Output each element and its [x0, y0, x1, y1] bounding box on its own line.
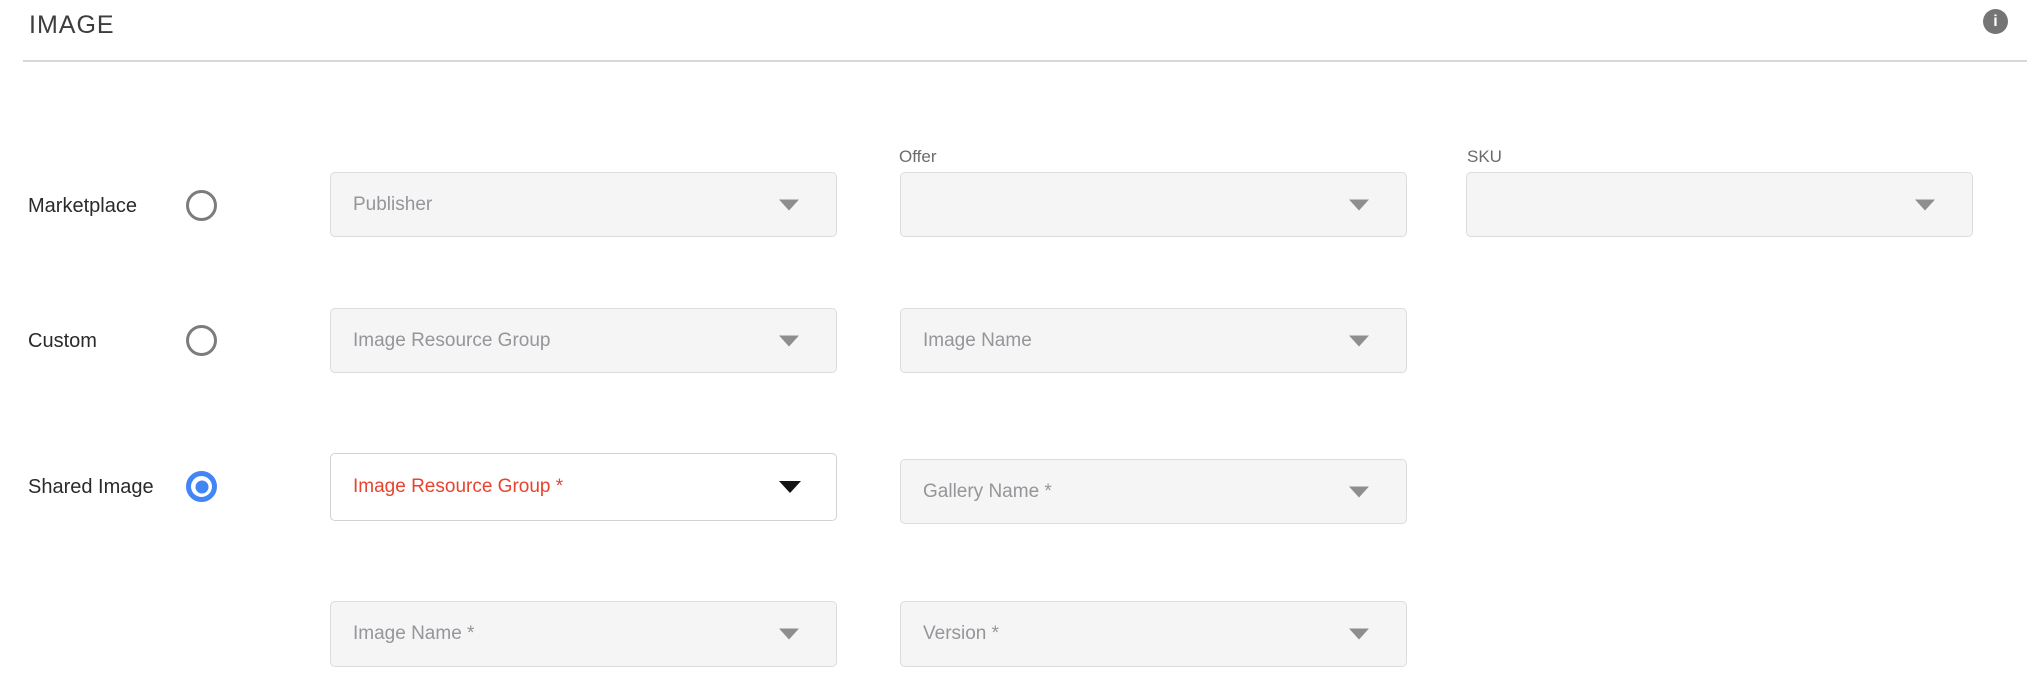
radio-marketplace[interactable] — [186, 190, 217, 221]
sku-select[interactable] — [1466, 172, 1973, 237]
version-select[interactable]: Version * — [900, 601, 1407, 667]
chevron-down-icon — [1349, 335, 1369, 346]
version-placeholder: Version * — [923, 623, 999, 645]
shared-image-resource-group-select[interactable]: Image Resource Group * — [330, 453, 837, 521]
chevron-down-icon — [1349, 486, 1369, 497]
chevron-down-icon — [1349, 199, 1369, 210]
chevron-down-icon — [779, 199, 799, 210]
custom-image-name-select[interactable]: Image Name — [900, 308, 1407, 373]
chevron-down-icon — [779, 629, 799, 640]
marketplace-option-label: Marketplace — [28, 195, 137, 217]
sku-label: SKU — [1467, 147, 1502, 167]
chevron-down-icon — [779, 335, 799, 346]
custom-image-resource-group-placeholder: Image Resource Group — [353, 330, 551, 352]
gallery-name-placeholder: Gallery Name * — [923, 481, 1052, 503]
gallery-name-select[interactable]: Gallery Name * — [900, 459, 1407, 524]
chevron-down-icon — [1915, 199, 1935, 210]
shared-image-resource-group-placeholder: Image Resource Group * — [353, 476, 563, 498]
chevron-down-icon — [1349, 629, 1369, 640]
custom-image-name-placeholder: Image Name — [923, 330, 1032, 352]
publisher-select[interactable]: Publisher — [330, 172, 837, 237]
offer-select[interactable] — [900, 172, 1407, 237]
radio-shared-image[interactable] — [186, 471, 217, 502]
shared-image-name-select[interactable]: Image Name * — [330, 601, 837, 667]
image-section: IMAGE i Marketplace Publisher Offer SKU … — [0, 0, 2044, 686]
custom-option-label: Custom — [28, 330, 97, 352]
chevron-down-icon — [779, 481, 801, 493]
header-divider — [23, 60, 2027, 62]
radio-custom[interactable] — [186, 325, 217, 356]
shared-image-option-label: Shared Image — [28, 476, 154, 498]
shared-image-name-placeholder: Image Name * — [353, 623, 474, 645]
custom-image-resource-group-select[interactable]: Image Resource Group — [330, 308, 837, 373]
publisher-placeholder: Publisher — [353, 194, 432, 216]
offer-label: Offer — [899, 147, 936, 167]
info-icon[interactable]: i — [1983, 9, 2008, 34]
section-title: IMAGE — [29, 11, 115, 40]
